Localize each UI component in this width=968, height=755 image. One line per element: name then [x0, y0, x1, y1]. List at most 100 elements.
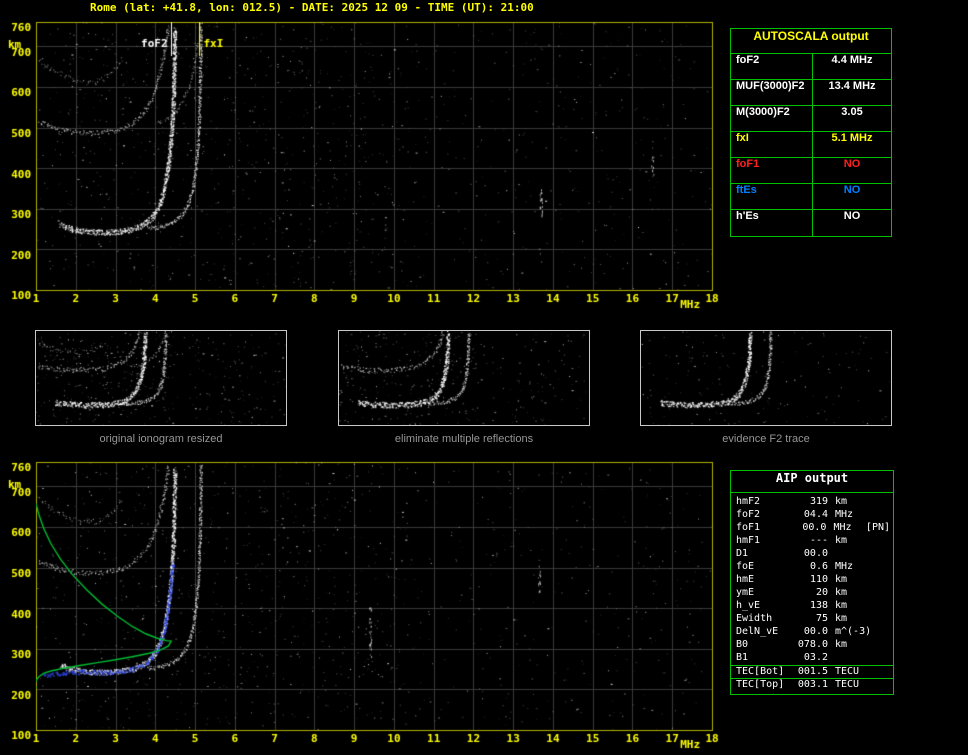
autoscala-row-fxi: fxI 5.1 MHz: [731, 132, 891, 158]
aip-label: hmE: [736, 574, 755, 585]
aip-unit: MHz: [835, 561, 854, 572]
autoscala-app: Rome (lat: +41.8, lon: 012.5) - DATE: 20…: [0, 0, 968, 755]
autoscala-table-body: foF2 4.4 MHz MUF(3000)F2 13.4 MHz M(3000)F2 3…: [731, 54, 891, 236]
aip-extra: [868, 600, 893, 613]
aip-extra: [868, 509, 893, 522]
aip-extra: [868, 652, 893, 665]
aip-row-yme: ymE 20 km: [731, 587, 893, 600]
aip-row-b0: B0 078.0 km: [731, 639, 893, 652]
aip-extra: [868, 626, 893, 639]
aip-extra: [868, 666, 893, 678]
parameter-value: 5.1 MHz: [831, 132, 873, 144]
thumbnail-original-ionogram: [35, 330, 287, 426]
parameter-value: 13.4 MHz: [828, 80, 876, 92]
restored-ionogram-plot: [0, 454, 725, 755]
parameter-value: NO: [843, 210, 861, 222]
aip-label: TEC[Bot]: [736, 666, 785, 677]
aip-unit: km: [835, 587, 848, 598]
aip-value: 0.6: [809, 561, 828, 572]
aip-label: D1: [736, 548, 749, 559]
thumbnail-multiples-removed-canvas: [339, 331, 589, 425]
aip-label: DelN_vE: [736, 626, 779, 637]
aip-label: foE: [736, 561, 755, 572]
thumbnail-original-canvas: [36, 331, 286, 425]
autoscala-row-m3000f2: M(3000)F2 3.05: [731, 106, 891, 132]
aip-value: 001.5: [797, 666, 828, 677]
parameter-name: foF2: [731, 54, 813, 79]
aip-label: B0: [736, 639, 749, 650]
aip-label: B1: [736, 652, 749, 663]
aip-unit: TECU: [835, 679, 860, 690]
aip-label: foF2: [736, 509, 761, 520]
aip-unit: MHz: [835, 509, 854, 520]
autoscala-output-panel: AUTOSCALA output foF2 4.4 MHz MUF(3000)F2 1…: [730, 28, 892, 237]
aip-extra: [868, 639, 893, 652]
parameter-name: M(3000)F2: [731, 106, 813, 131]
aip-value: ---: [809, 535, 828, 546]
caption-multiples-removed: eliminate multiple reflections: [394, 433, 534, 445]
aip-row-fof1: foF1 00.0 MHz [PN]: [731, 522, 893, 535]
aip-unit: km: [835, 535, 848, 546]
aip-panel-title: AIP output: [731, 471, 893, 493]
autoscala-row-muf3000f2: MUF(3000)F2 13.4 MHz: [731, 80, 891, 106]
aip-value: 04.4: [803, 509, 828, 520]
aip-value: 319: [809, 496, 828, 507]
parameter-name: MUF(3000)F2: [731, 80, 813, 105]
parameter-value: 4.4 MHz: [831, 54, 873, 66]
aip-value: 00.0: [803, 626, 828, 637]
aip-label: hmF1: [736, 535, 761, 546]
aip-unit: [835, 548, 868, 561]
aip-row-tecbot: TEC[Bot] 001.5 TECU: [731, 665, 893, 678]
thumbnail-multiples-removed: [338, 330, 590, 426]
aip-unit: MHz: [833, 522, 852, 533]
aip-row-foe: foE 0.6 MHz: [731, 561, 893, 574]
parameter-name: h'Es: [731, 210, 813, 236]
parameter-name: ftEs: [731, 184, 813, 209]
aip-unit: TECU: [835, 666, 860, 677]
aip-label: TEC[Top]: [736, 679, 785, 690]
aip-table-body: hmF2 319 km foF2 04.4 MHz foF1 00.0 MHz [PN] hmF1 -…: [731, 496, 893, 691]
aip-unit: km: [835, 600, 848, 611]
aip-value: 03.2: [803, 652, 828, 663]
parameter-value: NO: [843, 184, 861, 196]
aip-label: Ewidth: [736, 613, 773, 624]
aip-label: foF1: [736, 522, 761, 533]
aip-extra: [868, 535, 893, 548]
aip-extra: [868, 548, 893, 561]
aip-value: 75: [815, 613, 828, 624]
aip-row-hme: hmE 110 km: [731, 574, 893, 587]
thumbnail-f2-trace-canvas: [641, 331, 891, 425]
aip-row-d1: D1 00.0: [731, 548, 893, 561]
aip-extra: [868, 679, 893, 691]
aip-label: hmF2: [736, 496, 761, 507]
parameter-value: NO: [843, 158, 861, 170]
parameter-value: 3.05: [841, 106, 863, 118]
aip-unit: km: [835, 639, 848, 650]
aip-extra: [868, 561, 893, 574]
autoscala-row-fof1: foF1 NO: [731, 158, 891, 184]
thumbnail-f2-trace: [640, 330, 892, 426]
aip-row-delnve: DelN_vE 00.0 m^(-3): [731, 626, 893, 639]
main-ionogram-plot: [0, 12, 725, 314]
autoscala-row-ftes: ftEs NO: [731, 184, 891, 210]
caption-f2-trace: evidence F2 trace: [722, 433, 810, 445]
aip-row-tectop: TEC[Top] 003.1 TECU: [731, 678, 893, 691]
aip-value: 00.0: [802, 522, 827, 533]
aip-unit: km: [835, 496, 848, 507]
aip-value: 078.0: [797, 639, 828, 650]
aip-extra: [PN]: [865, 522, 891, 533]
aip-extra: [868, 587, 893, 600]
parameter-name: fxI: [731, 132, 813, 157]
aip-value: 20: [815, 587, 828, 598]
aip-extra: [868, 613, 893, 626]
aip-unit: m^(-3): [835, 626, 872, 637]
autoscala-panel-title: AUTOSCALA output: [731, 29, 891, 54]
aip-unit: km: [835, 574, 848, 585]
aip-row-fof2: foF2 04.4 MHz: [731, 509, 893, 522]
aip-row-hmf2: hmF2 319 km: [731, 496, 893, 509]
aip-unit: [835, 652, 868, 665]
aip-extra: [868, 496, 893, 509]
autoscala-row-fof2: foF2 4.4 MHz: [731, 54, 891, 80]
aip-label: h_vE: [736, 600, 761, 611]
parameter-name: foF1: [731, 158, 813, 183]
